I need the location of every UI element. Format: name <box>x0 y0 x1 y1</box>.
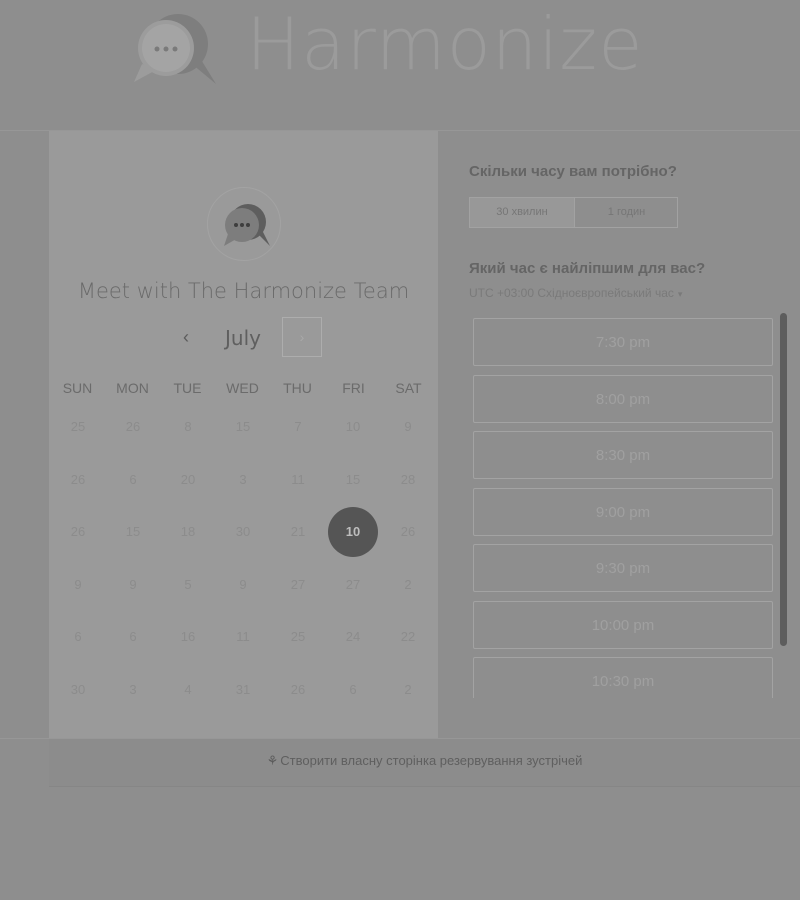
calendar-day[interactable]: 15 <box>218 402 268 452</box>
caret-down-icon: ▾ <box>677 289 683 299</box>
month-label: July <box>225 326 261 350</box>
calendar-day[interactable]: 10 <box>328 402 378 452</box>
calendar-day[interactable]: 22 <box>383 612 433 662</box>
weekday-label: SAT <box>395 380 422 396</box>
chevron-left-icon: ‹ <box>183 327 189 347</box>
calendar-day[interactable]: 7 <box>273 402 323 452</box>
weekday-label: FRI <box>342 380 365 396</box>
calendar-day[interactable]: 11 <box>218 612 268 662</box>
calendar-day[interactable]: 6 <box>53 612 103 662</box>
duration-question: Скільки часу вам потрібно? <box>469 163 677 180</box>
calendar-day[interactable]: 26 <box>273 665 323 715</box>
calendar-day[interactable]: 6 <box>108 612 158 662</box>
chat-bubbles-icon <box>224 204 270 246</box>
calendar-day[interactable]: 3 <box>108 665 158 715</box>
time-slot-button[interactable]: 9:30 pm <box>473 544 773 592</box>
calendar-day[interactable]: 26 <box>108 402 158 452</box>
weekday-label: TUE <box>173 380 202 396</box>
duration-toggle: 30 хвилин 1 годин <box>469 197 678 228</box>
calendar-day[interactable]: 30 <box>218 507 268 557</box>
calendar-day[interactable]: 2 <box>383 560 433 610</box>
time-slot-button[interactable]: 9:00 pm <box>473 487 773 536</box>
calendar-day[interactable]: 5 <box>163 560 213 610</box>
create-booking-page-text: Створити власну сторінка резервування зу… <box>280 753 583 768</box>
calendar-day[interactable]: 6 <box>328 665 378 715</box>
calendar-day[interactable]: 15 <box>328 455 378 505</box>
sprocket-icon: ⚘ <box>266 753 279 768</box>
month-navigation: ‹ July › <box>49 317 438 359</box>
calendar-day[interactable]: 21 <box>273 507 323 557</box>
calendar-day[interactable]: 6 <box>108 455 158 505</box>
prev-month-button[interactable]: ‹ <box>171 317 201 357</box>
calendar-day[interactable]: 31 <box>218 665 268 715</box>
brand-name: Harmonize <box>246 2 644 86</box>
calendar-day[interactable]: 27 <box>273 560 323 610</box>
scrollbar-thumb[interactable] <box>780 313 787 646</box>
brand-header: Harmonize <box>0 0 800 100</box>
time-slot-button[interactable]: 8:30 pm <box>473 431 773 479</box>
time-slot-list[interactable]: 7:30 pm 8:00 pm 8:30 pm 9:00 pm 9:30 pm 10:00… <box>473 318 773 698</box>
duration-1-hour-button[interactable]: 1 годин <box>575 198 678 227</box>
calendar-day[interactable]: 24 <box>328 612 378 662</box>
calendar-day[interactable]: 26 <box>53 507 103 557</box>
calendar-panel: Meet with The Harmonize Team ‹ July › SU… <box>49 131 438 738</box>
chat-bubbles-icon <box>130 8 220 88</box>
footer-bar: ⚘ Створити власну сторінка резервування з… <box>49 739 800 787</box>
calendar-day[interactable]: 26 <box>53 455 103 505</box>
weekday-header: SUN MON TUE WED THU FRI SAT <box>49 380 438 402</box>
weekday-label: WED <box>226 380 259 396</box>
next-month-button[interactable]: › <box>282 317 322 357</box>
calendar-day[interactable]: 8 <box>163 402 213 452</box>
weekday-label: THU <box>283 380 312 396</box>
calendar-day[interactable]: 20 <box>163 455 213 505</box>
time-slot-button[interactable]: 7:30 pm <box>473 318 773 366</box>
time-slot-button[interactable]: 10:00 pm <box>473 600 773 649</box>
calendar-day[interactable]: 27 <box>328 560 378 610</box>
calendar-day[interactable]: 2 <box>383 665 433 715</box>
calendar-day[interactable]: 9 <box>53 560 103 610</box>
calendar-day[interactable]: 3 <box>218 455 268 505</box>
weekday-label: MON <box>116 380 149 396</box>
calendar-day-selected[interactable]: 10 <box>328 507 378 557</box>
calendar-day[interactable]: 9 <box>218 560 268 610</box>
calendar-day[interactable]: 11 <box>273 455 323 505</box>
avatar <box>207 187 281 261</box>
calendar-day[interactable]: 30 <box>53 665 103 715</box>
weekday-label: SUN <box>62 380 93 396</box>
calendar-day[interactable]: 25 <box>273 612 323 662</box>
calendar-day[interactable]: 15 <box>108 507 158 557</box>
calendar-day[interactable]: 9 <box>108 560 158 610</box>
meeting-title: Meet with The Harmonize Team <box>77 279 410 303</box>
calendar-day[interactable]: 25 <box>53 402 103 452</box>
calendar-day[interactable]: 16 <box>163 612 213 662</box>
duration-30-min-button[interactable]: 30 хвилин <box>470 198 575 227</box>
chevron-right-icon: › <box>299 329 305 345</box>
timezone-label: UTC +03:00 Східноєвропейський час <box>469 286 674 300</box>
time-slot-button[interactable]: 10:30 pm <box>473 657 773 698</box>
calendar-day[interactable]: 4 <box>163 665 213 715</box>
time-question: Який час є найліпшим для вас? <box>469 260 706 277</box>
calendar-day[interactable]: 18 <box>163 507 213 557</box>
calendar-day[interactable]: 28 <box>383 455 433 505</box>
timezone-dropdown[interactable]: UTC +03:00 Східноєвропейський час ▾ <box>469 286 682 300</box>
create-booking-page-link[interactable]: ⚘ Створити власну сторінка резервування з… <box>49 739 800 783</box>
time-slot-button[interactable]: 8:00 pm <box>473 374 773 423</box>
calendar-day[interactable]: 26 <box>383 507 433 557</box>
calendar-day[interactable]: 9 <box>383 402 433 452</box>
